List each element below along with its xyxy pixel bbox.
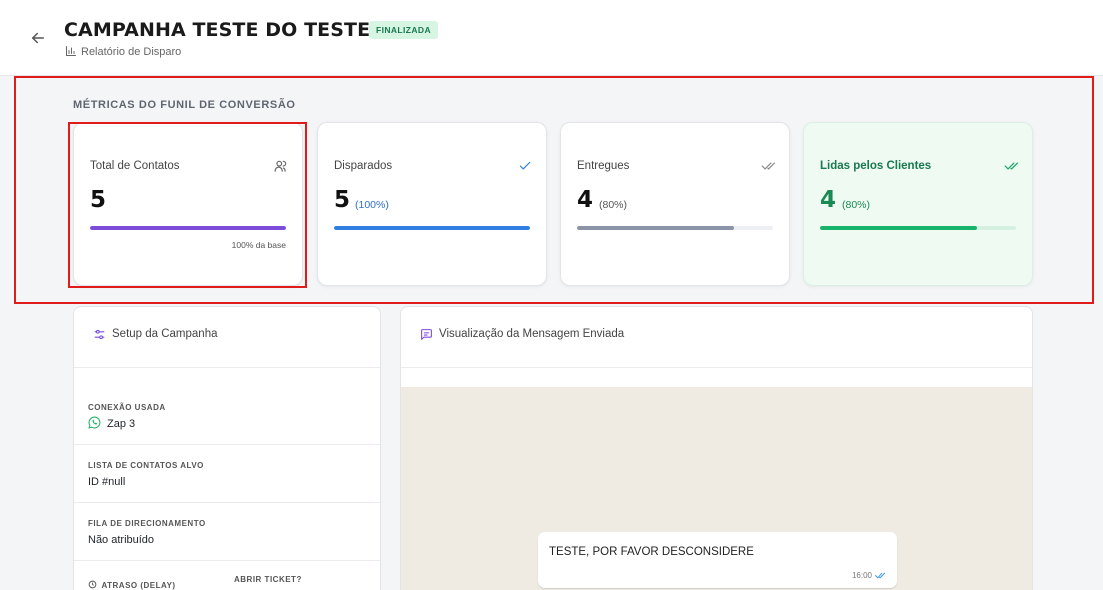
subtitle-text: Relatório de Disparo — [81, 46, 182, 59]
message-square-icon — [421, 329, 432, 340]
bar-chart-icon — [66, 46, 76, 56]
sliders-icon — [94, 329, 105, 340]
read-ticks-icon — [875, 572, 886, 579]
panel-title: Setup da Campanha — [112, 328, 218, 340]
campaign-setup-panel: Setup da Campanha CONEXÃO USADA Zap 3 LI… — [73, 306, 381, 590]
field-connection: CONEXÃO USADA Zap 3 — [74, 387, 380, 445]
field-value: Não atribuído — [88, 534, 155, 546]
back-arrow-icon[interactable] — [29, 29, 47, 47]
highlight-box-total-contacts — [68, 122, 307, 288]
field-value: Zap 3 — [107, 418, 136, 430]
page-header: CAMPANHA TESTE DO TESTE X FINALIZADA Rel… — [0, 0, 1103, 76]
message-text: TESTE, POR FAVOR DESCONSIDERE — [549, 546, 754, 558]
panel-header: Visualização da Mensagem Enviada — [401, 307, 1032, 368]
chat-background: TESTE, POR FAVOR DESCONSIDERE 16:00 — [401, 387, 1032, 590]
message-preview-panel: Visualização da Mensagem Enviada TESTE, … — [400, 306, 1033, 590]
field-value: ID #null — [88, 476, 126, 488]
message-bubble: TESTE, POR FAVOR DESCONSIDERE 16:00 — [538, 532, 897, 588]
clock-icon — [88, 580, 97, 589]
page-subtitle: Relatório de Disparo — [65, 45, 181, 58]
field-label: CONEXÃO USADA — [88, 403, 166, 412]
field-label: LISTA DE CONTATOS ALVO — [88, 461, 204, 470]
panel-header: Setup da Campanha — [74, 307, 380, 368]
whatsapp-icon — [88, 416, 101, 429]
field-open-ticket-label: ABRIR TICKET? — [234, 575, 302, 584]
field-label: FILA DE DIRECIONAMENTO — [88, 519, 206, 528]
status-badge: FINALIZADA — [369, 21, 438, 39]
field-delay: ATRASO (DELAY) — [88, 575, 176, 590]
field-queue: FILA DE DIRECIONAMENTO Não atribuído — [74, 503, 380, 561]
field-label: ATRASO (DELAY) — [101, 581, 176, 590]
page-title: CAMPANHA TESTE DO TESTE X — [64, 19, 392, 41]
panel-title: Visualização da Mensagem Enviada — [439, 328, 625, 340]
field-contact-list: LISTA DE CONTATOS ALVO ID #null — [74, 445, 380, 503]
message-time: 16:00 — [851, 571, 872, 580]
